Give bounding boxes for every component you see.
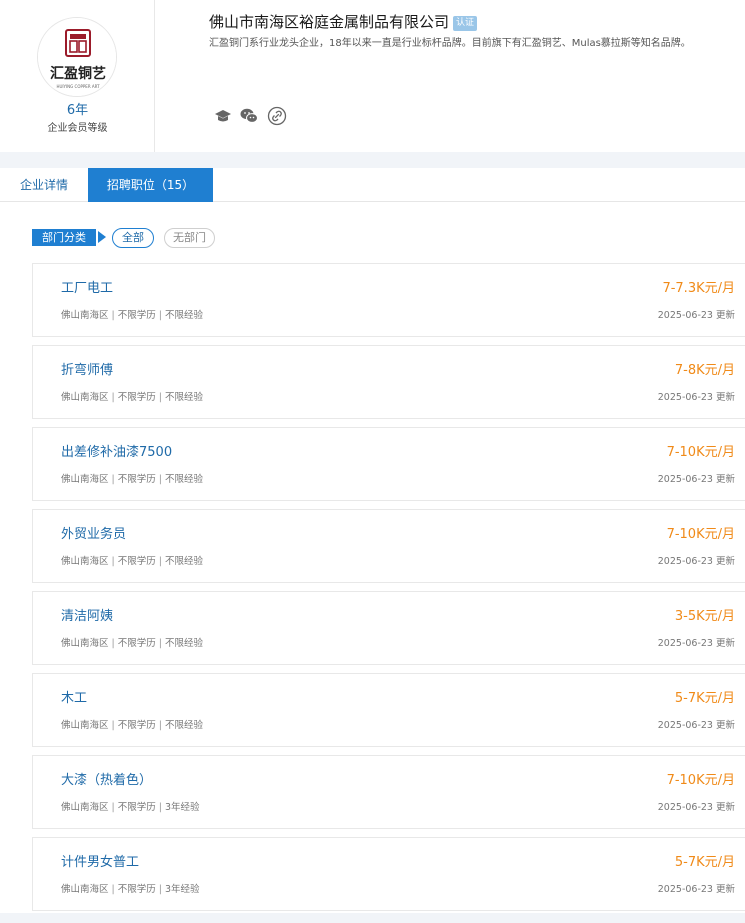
company-description: 汇盈铜门系行业龙头企业，18年以来一直是行业标杆品牌。目前旗下有汇盈铜艺、Mul… [209,38,691,49]
job-meta: 佛山南海区 | 不限学历 | 3年经验 [61,802,200,813]
job-education: 不限学历 [117,474,156,485]
job-location: 佛山南海区 [61,392,109,403]
job-updated-date: 2025-06-23 更新 [657,638,735,649]
job-experience: 不限经验 [164,392,203,403]
department-filter-label: 部门分类 [32,229,96,246]
job-card[interactable]: 折弯师傅 7-8K元/月 佛山南海区 | 不限学历 | 不限经验 2025-06-23 … [32,345,745,419]
job-updated-date: 2025-06-23 更新 [657,720,735,731]
job-location: 佛山南海区 [61,556,109,567]
wechat-icon[interactable] [239,106,259,126]
job-card[interactable]: 外贸业务员 7-10K元/月 佛山南海区 | 不限学历 | 不限经验 2025-06-2… [32,509,745,583]
tab-company-details[interactable]: 企业详情 [0,168,88,202]
job-meta: 佛山南海区 | 不限学历 | 3年经验 [61,884,200,895]
job-title[interactable]: 出差修补油漆7500 [61,441,172,460]
job-education: 不限学历 [117,310,156,321]
job-experience: 不限经验 [164,310,203,321]
company-logo[interactable]: 汇盈铜艺 HUIYING COPPER ART [37,17,117,97]
company-profile-panel: 汇盈铜艺 HUIYING COPPER ART 6年 企业会员等级 [0,0,155,152]
arrow-right-icon [98,231,106,243]
job-updated-date: 2025-06-23 更新 [657,556,735,567]
job-title[interactable]: 计件男女普工 [61,851,139,870]
company-name: 佛山市南海区裕庭金属制品有限公司 认证 [209,11,478,32]
job-salary: 7-7.3K元/月 [662,281,735,296]
job-experience: 3年经验 [164,802,200,813]
job-salary: 5-7K元/月 [674,691,735,706]
job-location: 佛山南海区 [61,884,109,895]
job-meta: 佛山南海区 | 不限学历 | 不限经验 [61,392,203,403]
job-location: 佛山南海区 [61,474,109,485]
job-updated-date: 2025-06-23 更新 [657,802,735,813]
job-card[interactable]: 木工 5-7K元/月 佛山南海区 | 不限学历 | 不限经验 2025-06-23 更新 [32,673,745,747]
job-location: 佛山南海区 [61,638,109,649]
verified-badge: 认证 [453,16,478,31]
job-education: 不限学历 [117,556,156,567]
job-card[interactable]: 大漆（热着色） 7-10K元/月 佛山南海区 | 不限学历 | 3年经验 2025-06… [32,755,745,829]
company-name-text: 佛山市南海区裕庭金属制品有限公司 [209,13,450,31]
job-card[interactable]: 出差修补油漆7500 7-10K元/月 佛山南海区 | 不限学历 | 不限经验 2025… [32,427,745,501]
job-salary: 7-10K元/月 [666,773,735,788]
section-divider [0,152,745,168]
job-salary: 7-10K元/月 [666,445,735,460]
job-location: 佛山南海区 [61,802,109,813]
job-salary: 5-7K元/月 [674,855,735,870]
job-education: 不限学历 [117,392,156,403]
filter-chip-no-department[interactable]: 无部门 [164,228,215,248]
job-education: 不限学历 [117,720,156,731]
member-level-label: 企业会员等级 [47,123,108,134]
company-tabs: 企业详情 招聘职位（15） [0,168,745,202]
job-experience: 不限经验 [164,556,203,567]
job-education: 不限学历 [117,802,156,813]
tab-job-openings[interactable]: 招聘职位（15） [88,168,213,202]
company-header: 汇盈铜艺 HUIYING COPPER ART 6年 企业会员等级 佛山市南海区… [0,0,745,152]
job-meta: 佛山南海区 | 不限学历 | 不限经验 [61,310,203,321]
job-title[interactable]: 清洁阿姨 [61,605,113,624]
job-updated-date: 2025-06-23 更新 [657,392,735,403]
job-list: 工厂电工 7-7.3K元/月 佛山南海区 | 不限学历 | 不限经验 2025-06-2… [32,263,745,919]
job-title[interactable]: 木工 [61,687,87,706]
job-updated-date: 2025-06-23 更新 [657,474,735,485]
job-title[interactable]: 工厂电工 [61,277,113,296]
job-location: 佛山南海区 [61,310,109,321]
link-icon[interactable] [267,106,287,126]
job-meta: 佛山南海区 | 不限学历 | 不限经验 [61,474,203,485]
job-title[interactable]: 大漆（热着色） [61,769,152,788]
job-experience: 不限经验 [164,638,203,649]
graduation-cap-icon[interactable] [213,106,233,126]
filter-chip-all[interactable]: 全部 [112,228,154,248]
page-bottom-band [0,913,745,923]
job-card[interactable]: 工厂电工 7-7.3K元/月 佛山南海区 | 不限学历 | 不限经验 2025-06-2… [32,263,745,337]
logo-subtext: HUIYING COPPER ART [56,84,100,89]
job-title[interactable]: 折弯师傅 [61,359,113,378]
job-meta: 佛山南海区 | 不限学历 | 不限经验 [61,720,203,731]
logo-wordmark: 汇盈铜艺 [50,65,106,82]
job-location: 佛山南海区 [61,720,109,731]
job-updated-date: 2025-06-23 更新 [657,310,735,321]
job-education: 不限学历 [117,884,156,895]
job-experience: 3年经验 [164,884,200,895]
job-salary: 3-5K元/月 [674,609,735,624]
job-card[interactable]: 清洁阿姨 3-5K元/月 佛山南海区 | 不限学历 | 不限经验 2025-06-23 … [32,591,745,665]
job-title[interactable]: 外贸业务员 [61,523,126,542]
job-salary: 7-10K元/月 [666,527,735,542]
job-salary: 7-8K元/月 [674,363,735,378]
job-experience: 不限经验 [164,474,203,485]
member-years: 6年 [66,103,89,118]
job-card[interactable]: 计件男女普工 5-7K元/月 佛山南海区 | 不限学历 | 3年经验 2025-06-2… [32,837,745,911]
job-meta: 佛山南海区 | 不限学历 | 不限经验 [61,638,203,649]
job-education: 不限学历 [117,638,156,649]
job-experience: 不限经验 [164,720,203,731]
job-meta: 佛山南海区 | 不限学历 | 不限经验 [61,556,203,567]
job-updated-date: 2025-06-23 更新 [657,884,735,895]
